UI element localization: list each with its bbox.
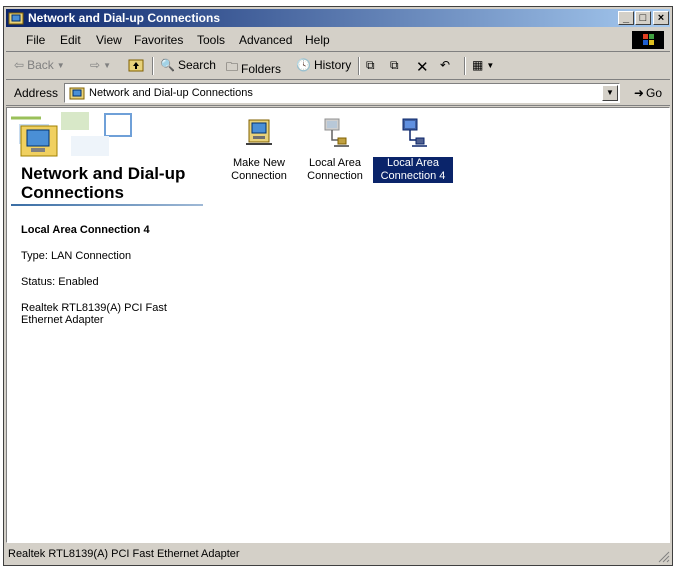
back-label: Back [27, 58, 54, 72]
selected-connection-name: Local Area Connection 4 [21, 224, 150, 236]
up-folder-button[interactable] [128, 58, 144, 72]
network-banner-icon [11, 112, 132, 157]
back-dropdown-icon: ▼ [56, 60, 65, 70]
copy-to-button[interactable]: ⧉ [390, 58, 399, 73]
search-button[interactable]: 🔍 Search [160, 58, 216, 72]
icon-label: Make New Connection [231, 157, 287, 182]
icon-label: Local Area Connection [307, 157, 363, 182]
lan-connection-icon [402, 118, 427, 147]
status-bar: Realtek RTL8139(A) PCI Fast Ethernet Ada… [6, 545, 670, 563]
toolbar-separator [358, 57, 360, 75]
toolbar-separator [464, 57, 466, 75]
status-text: Realtek RTL8139(A) PCI Fast Ethernet Ada… [8, 548, 240, 560]
connection-adapter: Realtek RTL8139(A) PCI Fast Ethernet Ada… [21, 302, 167, 326]
menu-tools[interactable]: Tools [197, 33, 225, 47]
address-bar: Address Network and Dial-up Connections … [6, 81, 670, 106]
make-new-connection-item[interactable]: Make New Connection [219, 116, 299, 183]
move-to-button[interactable]: ⧉ [366, 58, 375, 73]
minimize-button[interactable]: _ [618, 11, 634, 25]
close-button[interactable]: × [653, 11, 669, 25]
lan-connection-disabled-icon [324, 118, 349, 147]
network-folder-icon [8, 12, 24, 25]
forward-dropdown-icon: ▼ [103, 60, 111, 70]
menu-edit[interactable]: Edit [60, 33, 81, 47]
menu-advanced[interactable]: Advanced [239, 33, 292, 47]
views-button[interactable]: ▦ ▼ [472, 58, 494, 72]
address-value: Network and Dial-up Connections [89, 87, 253, 99]
toolbar-separator [152, 57, 154, 75]
address-dropdown-button[interactable]: ▼ [602, 85, 618, 101]
delete-icon: ✕ [416, 59, 429, 76]
connection-type: Type: LAN Connection [21, 250, 132, 262]
copy-to-icon: ⧉ [390, 58, 399, 72]
go-button[interactable]: ➜ Go [634, 86, 662, 100]
move-to-icon: ⧉ [366, 58, 375, 72]
back-arrow-icon: ⇦ [14, 58, 25, 72]
resize-grip-icon[interactable] [658, 551, 670, 563]
address-label: Address [14, 86, 59, 100]
views-icon: ▦ [472, 58, 484, 72]
network-folder-icon [69, 87, 85, 100]
explorer-window: Network and Dial-up Connections _ □ × Fi… [3, 6, 673, 566]
folders-icon: 🗀 [226, 60, 239, 74]
forward-button[interactable]: ⇨ ▼ [90, 58, 111, 72]
go-label: Go [645, 86, 662, 100]
maximize-button[interactable]: □ [635, 11, 651, 25]
delete-button[interactable]: ✕ [416, 58, 429, 76]
undo-icon: ↶ [440, 58, 451, 72]
folders-label: Folders [241, 61, 282, 76]
pane-title-underline [11, 204, 203, 206]
menu-favorites[interactable]: Favorites [134, 33, 183, 47]
back-button[interactable]: ⇦ Back ▼ [14, 58, 65, 72]
folders-button[interactable]: 🗀 Folders [226, 58, 281, 79]
menu-help[interactable]: Help [305, 33, 330, 47]
windows-logo-icon [632, 31, 664, 49]
menu-bar: File Edit View Favorites Tools Advanced … [6, 29, 670, 52]
pane-title: Network and Dial-up Connections [21, 164, 186, 202]
history-button[interactable]: 🕓 History [296, 58, 351, 72]
up-folder-icon [128, 59, 144, 72]
icon-label: Local Area Connection 4 [373, 157, 453, 183]
web-view-pane: Network and Dial-up Connections Local Ar… [7, 108, 207, 542]
local-area-connection-item[interactable]: Local Area Connection [295, 116, 375, 183]
search-label: Search [177, 58, 216, 72]
menu-file[interactable]: File [26, 33, 45, 47]
views-dropdown-icon: ▼ [486, 60, 495, 70]
address-input[interactable]: Network and Dial-up Connections ▼ [64, 83, 620, 103]
make-new-connection-icon [246, 119, 272, 145]
standard-toolbar: ⇦ Back ▼ ⇨ ▼ 🔍 Search 🗀 Folders 🕓 Histor… [6, 53, 670, 80]
title-bar[interactable]: Network and Dial-up Connections _ □ × [6, 9, 670, 27]
forward-arrow-icon: ⇨ [90, 58, 101, 72]
menu-view[interactable]: View [96, 33, 122, 47]
go-arrow-icon: ➜ [633, 86, 644, 100]
folder-view: Network and Dial-up Connections Local Ar… [6, 107, 670, 543]
history-label: History [313, 58, 352, 72]
window-title: Network and Dial-up Connections [28, 11, 221, 25]
undo-button[interactable]: ↶ [440, 58, 450, 72]
connection-status: Status: Enabled [21, 276, 99, 288]
history-icon: 🕓 [296, 58, 311, 72]
search-icon: 🔍 [160, 58, 175, 72]
local-area-connection-4-item[interactable]: Local Area Connection 4 [373, 116, 453, 183]
